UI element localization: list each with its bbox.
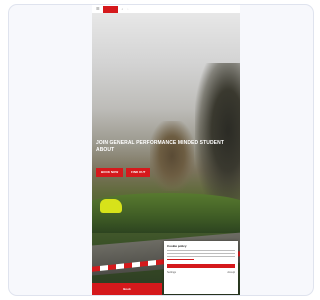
hero-title: JOIN GENERAL PERFORMANCE MINDED STUDENT … [96, 140, 224, 153]
bottom-book-button[interactable]: Book [92, 283, 162, 295]
hero-button-row: BOOK NOW FIND OUT [96, 168, 151, 177]
cookie-text-line [167, 250, 235, 251]
cookie-policy-link[interactable] [167, 259, 195, 260]
user-icon[interactable]: ◦ [127, 5, 128, 13]
tree-silhouette [195, 63, 240, 213]
race-car [100, 199, 122, 213]
menu-icon[interactable]: ☰ [96, 5, 100, 13]
cookie-banner: Cookie policy Settings Accept [164, 241, 238, 294]
cookie-accept-button[interactable] [167, 264, 235, 268]
find-out-button[interactable]: FIND OUT [126, 168, 151, 177]
cookie-text-line [167, 253, 235, 254]
cookie-accept-link[interactable]: Accept [227, 271, 235, 274]
brand-logo[interactable] [102, 5, 118, 13]
book-now-button[interactable]: BOOK NOW [96, 168, 124, 177]
mobile-page-preview: ☰ ⌕ ◦ JOIN GENERAL PERFORMANCE MINDED ST… [92, 5, 240, 295]
cookie-actions: Settings Accept [167, 271, 235, 274]
cookie-title: Cookie policy [167, 244, 187, 248]
cookie-text-line [167, 256, 235, 257]
tree-background [150, 121, 194, 191]
top-navigation-bar: ☰ ⌕ ◦ [92, 5, 240, 13]
search-icon[interactable]: ⌕ [122, 5, 124, 13]
cookie-settings-link[interactable]: Settings [167, 271, 176, 274]
